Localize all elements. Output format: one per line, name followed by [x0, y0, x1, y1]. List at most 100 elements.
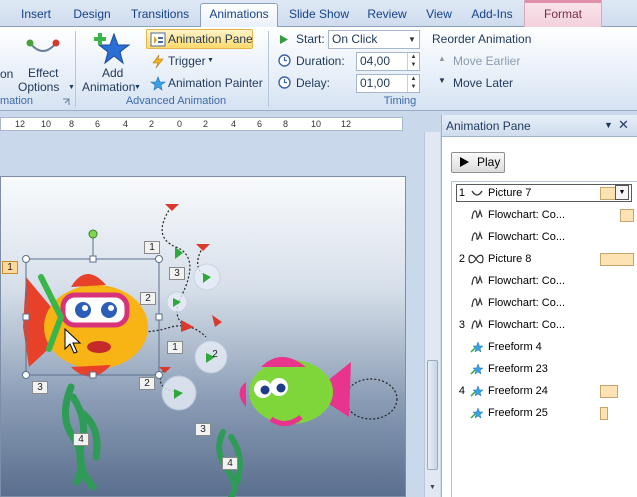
- animation-badge-selected[interactable]: 1: [2, 261, 18, 274]
- add-animation-dropdown-icon[interactable]: ▼: [134, 84, 141, 91]
- animation-row[interactable]: Flowchart: Co...: [452, 204, 637, 226]
- zigzag-icon: [471, 297, 483, 308]
- ribbon-tab-bar: Insert Design Transitions Animations Sli…: [0, 0, 637, 27]
- effect-options-icon: [26, 39, 60, 52]
- animation-badge[interactable]: 4: [222, 457, 238, 470]
- animation-painter-label[interactable]: Animation Painter: [168, 76, 263, 90]
- partial-button-label[interactable]: on: [0, 67, 13, 81]
- row-name: Picture 8: [488, 253, 532, 265]
- delay-value: 01,00: [360, 76, 391, 90]
- pane-options-dropdown-icon[interactable]: ▼: [604, 120, 613, 130]
- tab-insert[interactable]: Insert: [10, 4, 62, 26]
- chevron-down-icon[interactable]: ▼: [405, 31, 419, 48]
- animation-badge[interactable]: 2: [140, 292, 156, 305]
- animation-badge[interactable]: 4: [73, 433, 89, 446]
- timing-bar[interactable]: [600, 253, 634, 266]
- animation-row[interactable]: Freeform 25: [452, 402, 637, 424]
- motion-path: [344, 378, 398, 420]
- timing-bar[interactable]: [620, 209, 634, 222]
- ruler-tick: 6: [257, 119, 263, 129]
- ruler-tick: 10: [41, 119, 52, 129]
- trigger-label[interactable]: Trigger: [168, 54, 206, 68]
- timing-group-label: Timing: [383, 95, 417, 107]
- tab-transitions[interactable]: Transitions: [124, 4, 196, 26]
- animation-row[interactable]: Flowchart: Co...: [452, 226, 637, 248]
- animation-badge[interactable]: 2: [139, 377, 155, 390]
- tab-review[interactable]: Review: [362, 4, 412, 26]
- chevron-down-icon[interactable]: ▼: [615, 185, 629, 200]
- scroll-down-icon[interactable]: ▼: [426, 481, 439, 495]
- animation-row[interactable]: 4 Freeform 24: [452, 380, 637, 402]
- animation-group-label: mation: [0, 95, 34, 107]
- spin-arrows-icon[interactable]: ▲ ▼: [407, 75, 419, 92]
- row-name: Picture 7: [488, 187, 532, 199]
- start-label: Start:: [296, 32, 325, 46]
- delay-label: Delay:: [296, 76, 331, 90]
- timing-bar[interactable]: [600, 385, 618, 398]
- animation-pane-label[interactable]: Animation Pane: [168, 32, 253, 46]
- zigzag-icon: [471, 231, 483, 242]
- animation-row[interactable]: Freeform 23: [452, 358, 637, 380]
- move-later-button[interactable]: Move Later: [453, 76, 513, 90]
- spin-arrows-icon[interactable]: ▲ ▼: [407, 53, 419, 70]
- green-fish: [239, 357, 351, 426]
- tab-slide-show[interactable]: Slide Show: [284, 4, 354, 26]
- effect-options-dropdown-icon[interactable]: ▼: [68, 84, 75, 91]
- animation-row[interactable]: Freeform 4: [452, 336, 637, 358]
- play-icon: [460, 157, 469, 167]
- add-animation-label-2[interactable]: Animation: [82, 80, 135, 94]
- animation-badge[interactable]: 3: [32, 381, 48, 394]
- delay-stepper[interactable]: 01,00 ▲ ▼: [356, 74, 420, 93]
- orange-fish: [23, 273, 148, 377]
- group-separator: [75, 31, 76, 107]
- row-name: Freeform 25: [488, 407, 548, 419]
- row-name: Freeform 24: [488, 385, 548, 397]
- timing-bar[interactable]: [600, 407, 608, 420]
- start-select[interactable]: On Click ▼: [328, 30, 420, 49]
- scrollbar-thumb[interactable]: [427, 360, 438, 470]
- tab-add-ins[interactable]: Add-Ins: [466, 4, 518, 26]
- move-earlier-button[interactable]: Move Earlier: [453, 54, 520, 68]
- animation-badge[interactable]: 3: [195, 423, 211, 436]
- animation-badge[interactable]: 1: [167, 341, 183, 354]
- close-icon[interactable]: ✕: [618, 117, 629, 133]
- animation-pane-icon: [150, 32, 166, 47]
- start-marker-icon: [175, 247, 183, 259]
- duration-value: 04,00: [360, 54, 391, 68]
- duration-stepper[interactable]: 04,00 ▲ ▼: [356, 52, 420, 71]
- animation-row[interactable]: Flowchart: Co...: [452, 270, 637, 292]
- animation-row[interactable]: 1 Picture 7 ▼: [452, 182, 637, 204]
- add-animation-label-1[interactable]: Add: [102, 66, 123, 80]
- ruler-tick: 6: [95, 119, 101, 129]
- reorder-animation-title: Reorder Animation: [432, 32, 532, 46]
- horizontal-ruler: 12 10 8 6 4 2 0 2 4 6 8 10 12: [0, 117, 403, 131]
- vertical-scrollbar[interactable]: ▼: [424, 132, 440, 497]
- end-marker-icon: [196, 244, 210, 251]
- tab-design[interactable]: Design: [66, 4, 118, 26]
- play-button[interactable]: Play: [451, 152, 505, 173]
- dialog-launcher-icon[interactable]: [62, 98, 70, 106]
- effect-options-label-1[interactable]: Effect: [28, 66, 58, 80]
- start-play-icon: [280, 35, 288, 44]
- timing-bar[interactable]: [600, 187, 616, 200]
- animation-badge[interactable]: 3: [169, 267, 185, 280]
- star-icon: [470, 407, 484, 419]
- move-later-arrow-icon: ▼: [438, 76, 446, 85]
- animation-badge[interactable]: 1: [144, 241, 160, 254]
- tab-animations[interactable]: Animations: [200, 3, 278, 27]
- animation-row[interactable]: Flowchart: Co...: [452, 292, 637, 314]
- play-label: Play: [477, 155, 501, 169]
- tab-format[interactable]: Format: [524, 0, 602, 27]
- row-name: Flowchart: Co...: [488, 275, 566, 287]
- ruler-tick: 4: [123, 119, 129, 129]
- star-icon: [470, 341, 484, 353]
- animation-row[interactable]: 2 Picture 8: [452, 248, 637, 270]
- tab-view[interactable]: View: [420, 4, 458, 26]
- effect-options-label-2[interactable]: Options: [18, 80, 59, 94]
- add-animation-star-icon: [94, 32, 130, 65]
- ruler-tick: 8: [283, 119, 289, 129]
- animation-row[interactable]: 3 Flowchart: Co...: [452, 314, 637, 336]
- slide[interactable]: 1 1 3 2 1 2 3 2 4 3 4: [0, 176, 406, 497]
- trigger-dropdown-icon[interactable]: ▼: [207, 57, 214, 64]
- animation-badge[interactable]: 2: [207, 349, 223, 362]
